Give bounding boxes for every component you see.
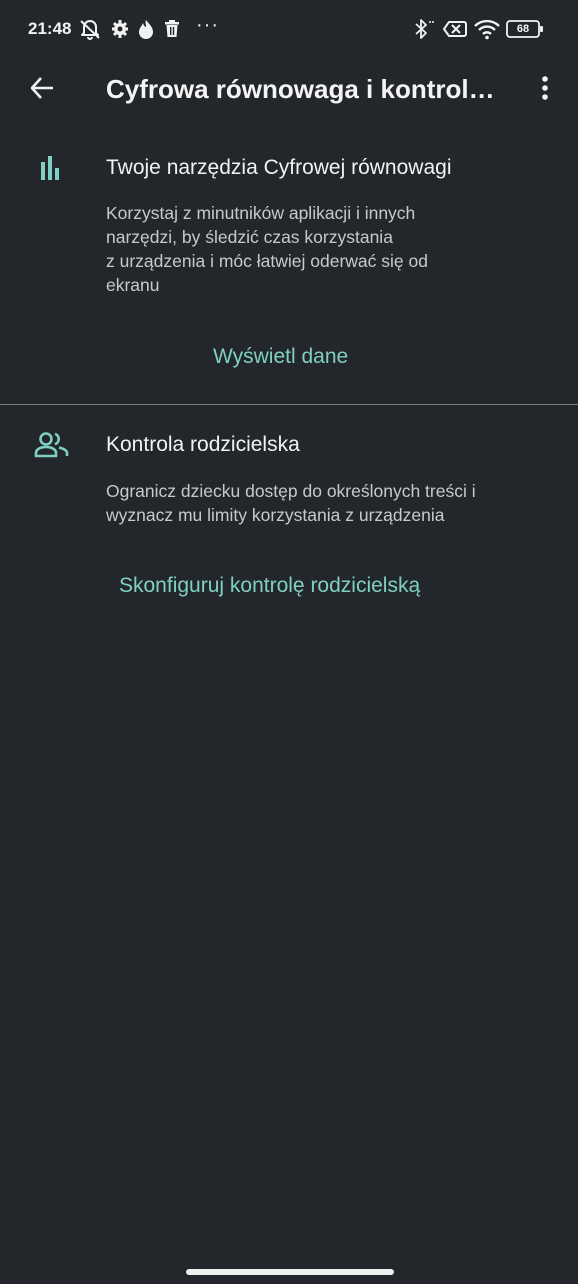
back-button[interactable]: [24, 72, 60, 108]
home-indicator[interactable]: [186, 1269, 394, 1275]
view-data-button[interactable]: Wyświetl dane: [213, 343, 348, 371]
more-options-button[interactable]: [530, 72, 560, 108]
trash-icon: [163, 18, 181, 40]
description-line: narzędzi, by śledzić czas korzystania: [106, 227, 393, 247]
parental-controls-title: Kontrola rodzicielska: [106, 433, 300, 456]
description-line: z urządzenia i móc łatwiej oderwać się o…: [106, 251, 428, 271]
bar-chart-icon: [34, 156, 74, 188]
wellbeing-tools-title: Twoje narzędzia Cyfrowej równowagi: [106, 156, 452, 179]
wellbeing-tools-description: Korzystaj z minutników aplikacji i innyc…: [106, 201, 546, 297]
wellbeing-tools-section: Twoje narzędzia Cyfrowej równowagi Korzy…: [0, 140, 578, 404]
arrow-back-icon: [28, 74, 56, 107]
description-line: wyznacz mu limity korzystania z urządzen…: [106, 505, 445, 525]
more-vert-icon: [541, 75, 549, 106]
mute-icon: [78, 18, 102, 40]
fire-icon: [137, 18, 155, 40]
status-bar: 21:48 ··· 68: [0, 0, 578, 60]
description-line: Korzystaj z minutników aplikacji i innyc…: [106, 203, 416, 223]
parental-controls-section: Kontrola rodzicielska Ogranicz dziecku d…: [0, 405, 578, 625]
more-notifications-icon: ···: [196, 14, 219, 36]
battery-level: 68: [516, 23, 530, 35]
settings-icon: [110, 18, 130, 40]
battery-icon: 68: [506, 20, 544, 42]
description-line: Ogranicz dziecku dostęp do określonych t…: [106, 481, 476, 501]
parental-controls-description: Ogranicz dziecku dostęp do określonych t…: [106, 479, 546, 527]
people-icon: [34, 430, 74, 462]
no-sim-icon: [442, 18, 468, 40]
page-title: Cyfrowa równowaga i kontrola rodzicielsk…: [106, 74, 506, 104]
status-time: 21:48: [28, 19, 72, 38]
wifi-icon: [474, 18, 500, 40]
description-line: ekranu: [106, 275, 160, 295]
bluetooth-icon: [411, 18, 435, 40]
app-bar: Cyfrowa równowaga i kontrola rodzicielsk…: [0, 60, 578, 120]
set-up-parental-controls-button[interactable]: Skonfiguruj kontrolę rodzicielską: [119, 572, 420, 600]
